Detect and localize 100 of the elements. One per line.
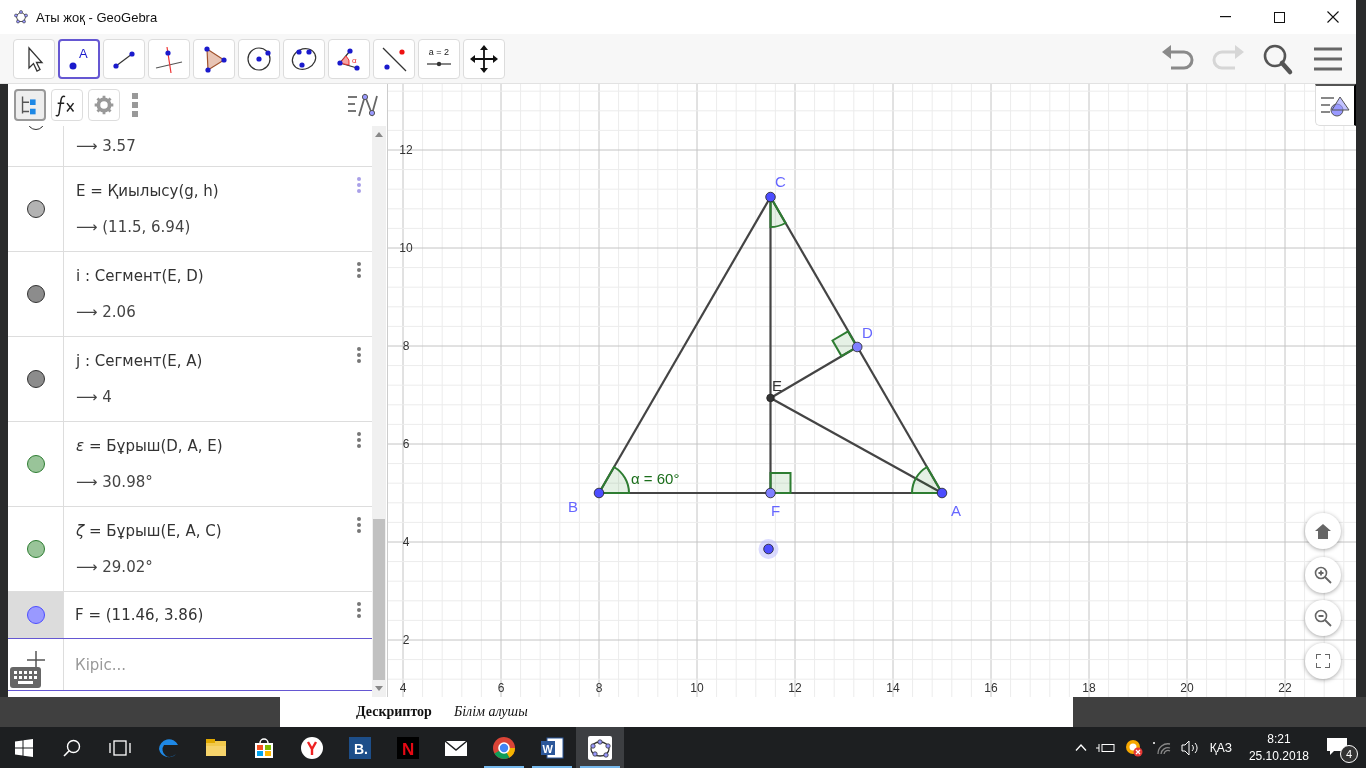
minimize-icon[interactable] [1219, 16, 1231, 18]
volume-icon[interactable] [1180, 739, 1201, 756]
n-logo-icon[interactable]: N [395, 734, 421, 761]
polygon-tool-button[interactable] [193, 38, 235, 79]
axis-tick-label: 8 [595, 681, 603, 695]
scroll-up-icon[interactable] [375, 132, 383, 137]
perpendicular-tool-button[interactable] [148, 38, 190, 79]
notification-count: 4 [1340, 744, 1358, 763]
windows-start-icon[interactable] [15, 738, 33, 757]
axis-tick-label: 2 [402, 633, 410, 647]
object-definition[interactable]: E = Қиылысу(g, h) [76, 182, 346, 200]
point-label: A [951, 502, 961, 519]
point-label: E [772, 377, 782, 394]
axis-tick-label: 10 [690, 681, 704, 695]
pentagon-app-icon [14, 10, 28, 24]
notification-icon[interactable] [1326, 736, 1348, 757]
graph-toggle-icon[interactable] [347, 92, 379, 118]
maximize-icon[interactable] [1273, 11, 1285, 23]
angle-label: α = 60° [631, 470, 680, 487]
object-definition[interactable]: F = (11.46, 3.86) [75, 606, 346, 624]
point-marker[interactable] [765, 191, 776, 203]
task-view-icon[interactable] [109, 739, 131, 756]
clock-date[interactable]: 25.10.2018 [1248, 747, 1309, 765]
point-label: F [771, 502, 781, 519]
axis-tick-label: 10 [399, 241, 413, 255]
fullscreen-icon [1316, 654, 1330, 668]
axis-tick-label: 6 [497, 681, 505, 695]
point-marker[interactable] [593, 487, 605, 499]
input-field[interactable]: Кіріс... [64, 639, 372, 690]
visibility-toggle[interactable] [26, 285, 45, 303]
more-menu-icon[interactable] [131, 93, 139, 117]
fullscreen-button[interactable] [1305, 643, 1341, 679]
more-menu-icon[interactable] [357, 432, 361, 448]
algebra-row[interactable]: ⟶ 3.57 [8, 126, 372, 167]
more-menu-icon[interactable] [357, 602, 361, 618]
scroll-down-icon[interactable] [375, 686, 383, 691]
output-value: ⟶ 4 [76, 388, 113, 406]
style-bar-toggle[interactable] [1315, 84, 1356, 126]
scrollbar-thumb[interactable] [373, 519, 385, 680]
plus-icon[interactable] [26, 651, 45, 669]
pan-tool-button[interactable] [463, 38, 505, 79]
segment-tool-button[interactable] [103, 38, 145, 79]
reflect-tool-button[interactable] [373, 38, 415, 79]
wifi-off-icon[interactable] [1151, 739, 1172, 756]
axis-tick-label: 8 [402, 339, 410, 353]
object-definition[interactable]: i : Сегмент(E, D) [76, 267, 346, 285]
chrome-icon[interactable] [491, 734, 517, 761]
document-text: Дескриптор [356, 704, 432, 720]
clock-time[interactable]: 8:21 [1267, 730, 1291, 748]
point-label: B [568, 498, 578, 515]
selected-point[interactable] [758, 539, 779, 559]
zoom-out-button[interactable] [1305, 600, 1341, 636]
zoom-in-icon [1314, 566, 1332, 584]
shield-warning-icon[interactable] [1124, 738, 1143, 757]
point-marker[interactable] [765, 487, 776, 499]
more-menu-icon[interactable] [357, 347, 361, 363]
algebra-view-tab[interactable] [14, 89, 46, 121]
conic-tool-button[interactable] [283, 38, 325, 79]
y-logo-icon[interactable] [299, 734, 325, 761]
axis-tick-label: 4 [402, 535, 410, 549]
axis-tick-label: 14 [886, 681, 900, 695]
point-marker[interactable] [766, 393, 775, 403]
keyboard-icon[interactable] [10, 667, 41, 688]
circle-tool-button[interactable] [238, 38, 280, 79]
axis-tick-label: 4 [399, 681, 407, 695]
language-indicator[interactable]: ҚАЗ [1209, 740, 1232, 755]
object-definition[interactable]: j : Сегмент(E, A) [76, 352, 346, 370]
visibility-toggle[interactable] [26, 370, 45, 388]
window-title: Аты жоқ - GeoGebra [36, 9, 158, 25]
algebra-row[interactable]: F = (11.46, 3.86) [8, 592, 372, 639]
axis-tick-label: 16 [984, 681, 998, 695]
function-tab[interactable] [51, 89, 83, 121]
object-definition[interactable]: ε = Бұрыш(D, A, E) [76, 437, 346, 455]
more-menu-icon[interactable] [357, 262, 361, 278]
zoom-out-icon [1314, 609, 1332, 627]
output-value: ⟶ 29.02° [76, 558, 154, 576]
axis-tick-label: 18 [1082, 681, 1096, 695]
document-text: Білім алушы [453, 704, 528, 720]
object-definition[interactable]: ζ = Бұрыш(E, A, C) [76, 522, 346, 540]
more-menu-icon[interactable] [357, 517, 361, 533]
visibility-toggle[interactable] [26, 540, 45, 558]
point-marker[interactable] [936, 487, 948, 499]
output-value: ⟶ 30.98° [76, 473, 154, 491]
zoom-in-button[interactable] [1305, 557, 1341, 593]
search-icon[interactable] [63, 738, 81, 757]
visibility-toggle[interactable] [26, 455, 45, 473]
home-button[interactable] [1305, 513, 1341, 549]
point-marker[interactable] [852, 341, 863, 353]
visibility-toggle[interactable] [26, 606, 45, 624]
axis-tick-label: 12 [788, 681, 802, 695]
chevron-up-icon[interactable] [1074, 744, 1087, 751]
battery-icon[interactable] [1095, 741, 1116, 754]
output-value: ⟶ (11.5, 6.94) [76, 218, 192, 236]
visibility-toggle[interactable] [26, 200, 45, 218]
b-logo-icon[interactable]: B. [347, 734, 373, 761]
settings-tab[interactable] [88, 89, 120, 121]
axis-tick-label: 12 [399, 143, 413, 157]
close-icon[interactable] [1327, 11, 1339, 23]
axis-tick-label: 20 [1180, 681, 1194, 695]
move-tool-button[interactable] [13, 38, 55, 79]
